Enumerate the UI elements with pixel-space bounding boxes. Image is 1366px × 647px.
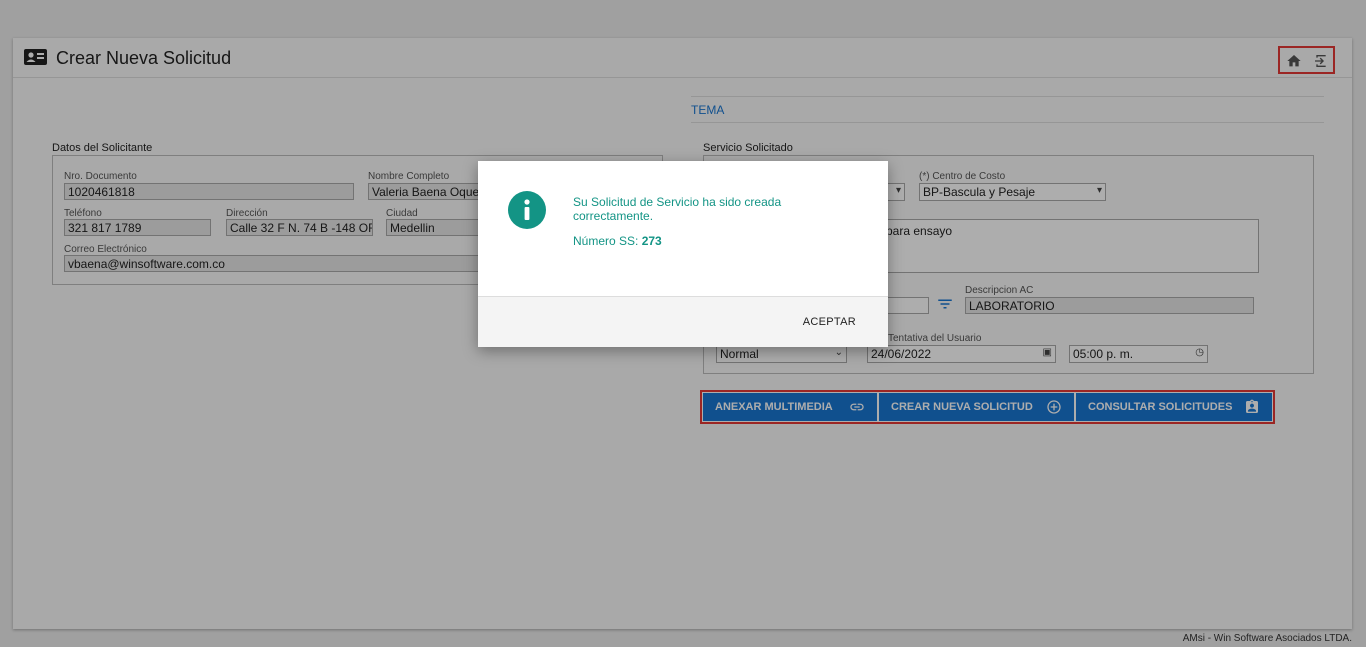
info-dialog: Su Solicitud de Servicio ha sido creada … bbox=[478, 161, 888, 347]
ss-label: Número SS: bbox=[573, 234, 639, 248]
dialog-footer: ACEPTAR bbox=[478, 296, 888, 347]
ss-number: 273 bbox=[641, 234, 662, 248]
dialog-message: Su Solicitud de Servicio ha sido creada … bbox=[573, 195, 782, 223]
ss-number-line: Número SS: 273 bbox=[573, 234, 662, 248]
accept-button[interactable]: ACEPTAR bbox=[803, 316, 856, 328]
info-icon bbox=[508, 191, 546, 229]
